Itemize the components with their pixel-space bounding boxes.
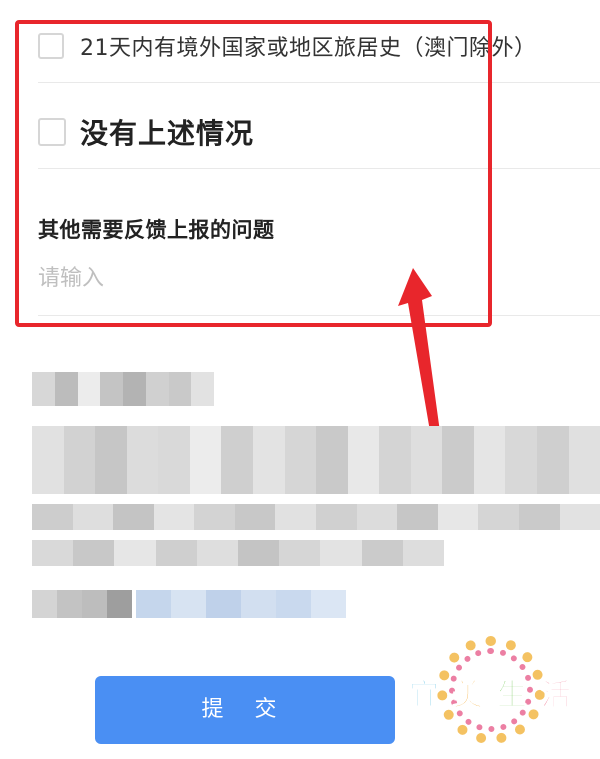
blurred-text-line-2 (32, 426, 600, 494)
blurred-text-line-4 (32, 540, 445, 566)
option-none-of-above[interactable]: 没有上述情况 (38, 112, 254, 152)
blurred-text-line-1 (32, 372, 214, 406)
option-overseas-travel[interactable]: 21天内有境外国家或地区旅居史（澳门除外） (38, 30, 537, 62)
blurred-text-line-3 (32, 504, 600, 530)
option-label: 没有上述情况 (80, 117, 255, 150)
blurred-text-line-5 (32, 590, 132, 618)
watermark-char: 活 (541, 678, 572, 714)
divider (38, 82, 600, 83)
divider (38, 168, 600, 169)
watermark-char: 美 (453, 678, 484, 714)
watermark-logo: 宜 美 生 活 (405, 632, 575, 748)
feedback-input[interactable] (38, 258, 458, 298)
watermark-char: 宜 (409, 678, 440, 714)
feedback-title: 其他需要反馈上报的问题 (38, 218, 275, 242)
checkbox[interactable] (38, 33, 64, 59)
option-label: 21天内有境外国家或地区旅居史（澳门除外） (80, 36, 537, 61)
checkbox[interactable] (38, 118, 66, 146)
submit-button[interactable]: 提 交 (95, 676, 395, 744)
divider (38, 315, 600, 316)
watermark-char: 生 (497, 678, 528, 714)
blurred-link (136, 590, 346, 618)
